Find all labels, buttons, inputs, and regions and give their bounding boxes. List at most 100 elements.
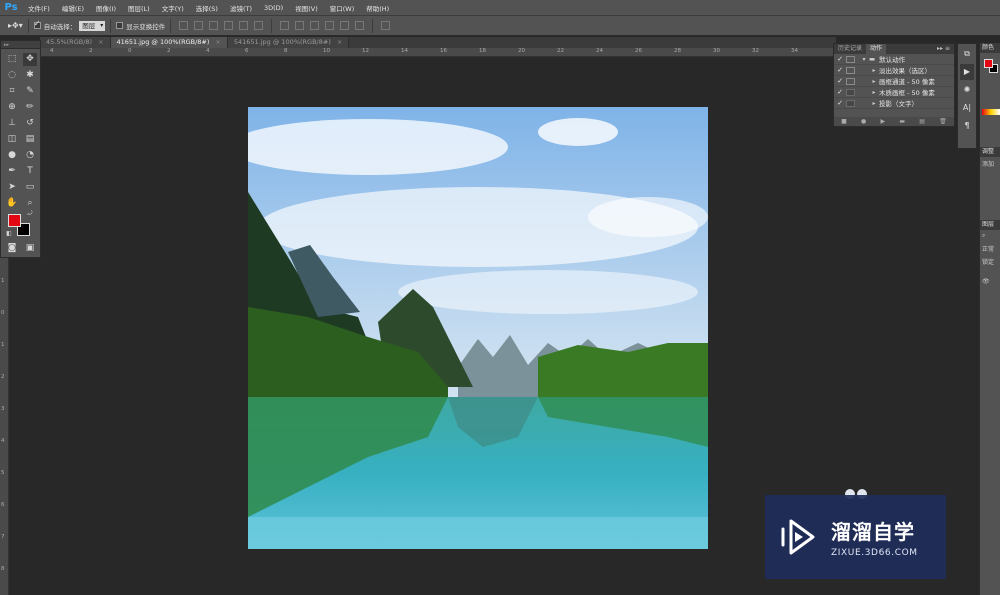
toggle-check-icon[interactable]: ✓: [834, 55, 846, 63]
dodge-tool-icon[interactable]: ◔: [23, 149, 37, 162]
path-select-tool-icon[interactable]: ➤: [5, 181, 19, 194]
eraser-tool-icon[interactable]: ◫: [5, 133, 19, 146]
eyedropper-tool-icon[interactable]: ✎: [23, 85, 37, 98]
tab-history[interactable]: 历史记录: [834, 44, 866, 54]
dialog-toggle-icon[interactable]: [846, 66, 855, 74]
healing-brush-tool-icon[interactable]: ⊕: [5, 101, 19, 114]
tab-document-3[interactable]: 541651.jpg @ 100%(RGB/8#) ×: [227, 37, 350, 48]
lasso-tool-icon[interactable]: ◌: [5, 69, 19, 82]
blur-tool-icon[interactable]: ●: [5, 149, 19, 162]
move-tool-preset-icon[interactable]: ▸✥▾: [8, 21, 23, 30]
toggle-check-icon[interactable]: ✓: [834, 99, 846, 107]
menu-layer[interactable]: 图层(L): [122, 3, 156, 13]
action-row[interactable]: ✓ ▸ 画框通道 - 50 像素: [834, 76, 954, 87]
layers-filter-icon[interactable]: ⌕: [980, 230, 1000, 242]
menu-filter[interactable]: 滤镜(T): [224, 3, 258, 13]
type-tool-icon[interactable]: T: [23, 165, 37, 178]
tab-document-1[interactable]: 45.5%(RGB/8) ×: [40, 37, 111, 48]
brush-presets-icon[interactable]: ✺: [960, 82, 974, 98]
chevron-right-icon[interactable]: ▸: [869, 78, 879, 85]
auto-select-checkbox[interactable]: [33, 19, 41, 29]
menu-view[interactable]: 视图(V): [289, 3, 324, 13]
history-brush-tool-icon[interactable]: ↺: [23, 117, 37, 130]
dialog-toggle-icon[interactable]: [846, 99, 855, 107]
photoshop-logo[interactable]: Ps: [0, 0, 22, 16]
auto-select-dropdown[interactable]: 图层: [79, 20, 106, 31]
toggle-check-icon[interactable]: ✓: [834, 77, 846, 85]
quick-select-tool-icon[interactable]: ✱: [23, 69, 37, 82]
menu-3d[interactable]: 3D(D): [258, 4, 289, 12]
dialog-toggle-icon[interactable]: [846, 88, 855, 96]
distribute-bottom-icon[interactable]: [310, 21, 320, 30]
tab-document-2[interactable]: 41651.jpg @ 100%(RGB/8#) ×: [110, 37, 228, 48]
action-row[interactable]: ✓ ▸ 木质画框 - 50 像素: [834, 87, 954, 98]
vertical-ruler[interactable]: 1 0 1 2 3 4 5 6 7 8: [0, 258, 9, 595]
color-spectrum[interactable]: [980, 109, 1000, 147]
chevron-down-icon[interactable]: ▾: [859, 56, 869, 63]
eye-icon[interactable]: 👁: [980, 276, 1000, 287]
swap-colors-icon[interactable]: ⤾: [23, 207, 37, 220]
align-bottom-icon[interactable]: [209, 21, 219, 30]
toggle-check-icon[interactable]: ✓: [834, 88, 846, 96]
menu-select[interactable]: 选择(S): [190, 3, 224, 13]
foreground-color-swatch[interactable]: [8, 214, 21, 227]
tab-actions[interactable]: 动作: [866, 44, 887, 54]
trash-icon[interactable]: 🗑: [939, 118, 947, 125]
shape-tool-icon[interactable]: ▭: [23, 181, 37, 194]
move-tool-icon[interactable]: ✥: [23, 53, 37, 66]
document-canvas-image[interactable]: [248, 107, 708, 549]
action-row[interactable]: ✓ ▸ 淡出效果（选区）: [834, 65, 954, 76]
close-icon[interactable]: ×: [337, 38, 342, 46]
menu-image[interactable]: 图像(I): [90, 3, 122, 13]
pen-tool-icon[interactable]: ✒: [5, 165, 19, 178]
play-icon[interactable]: ▶: [881, 118, 886, 125]
menu-type[interactable]: 文字(Y): [156, 3, 190, 13]
default-colors-icon[interactable]: ◧: [2, 227, 16, 240]
panel-menu-icon[interactable]: ▸▸ ≡: [933, 44, 954, 54]
clone-stamp-tool-icon[interactable]: ⊥: [5, 117, 19, 130]
chevron-right-icon[interactable]: ▸: [869, 67, 879, 74]
distribute-left-icon[interactable]: [325, 21, 335, 30]
dialog-toggle-icon[interactable]: [846, 77, 855, 85]
distribute-vcenter-icon[interactable]: [295, 21, 305, 30]
tab-layers[interactable]: 图层: [980, 220, 1000, 230]
auto-align-icon[interactable]: [381, 21, 391, 30]
gradient-tool-icon[interactable]: ▤: [23, 133, 37, 146]
align-right-icon[interactable]: [254, 21, 264, 30]
align-hcenter-icon[interactable]: [239, 21, 249, 30]
paragraph-panel-icon[interactable]: ¶: [960, 118, 974, 134]
tab-adjustments[interactable]: 调整: [980, 147, 1000, 157]
menu-help[interactable]: 帮助(H): [360, 3, 395, 13]
horizontal-ruler[interactable]: 4 2 0 2 4 6 8 10 12 14 16 18 20 22 24 26…: [40, 48, 836, 57]
brush-tool-icon[interactable]: ✏: [23, 101, 37, 114]
tab-color[interactable]: 颜色: [980, 43, 1000, 53]
blend-mode-dropdown[interactable]: 正常: [980, 242, 1000, 255]
close-icon[interactable]: ×: [215, 38, 220, 46]
foreground-color-swatch[interactable]: [984, 59, 993, 68]
toggle-check-icon[interactable]: ✓: [834, 66, 846, 74]
menu-file[interactable]: 文件(F): [22, 3, 56, 13]
character-panel-icon[interactable]: A|: [960, 100, 974, 116]
chevron-right-icon[interactable]: ▸: [869, 89, 879, 96]
screen-mode-icon[interactable]: ▣: [23, 242, 37, 255]
actions-panel-icon[interactable]: ▶: [960, 64, 974, 80]
menu-window[interactable]: 窗口(W): [324, 3, 361, 13]
distribute-right-icon[interactable]: [355, 21, 365, 30]
new-action-icon[interactable]: ▤: [919, 118, 925, 125]
close-icon[interactable]: ×: [98, 38, 103, 46]
action-row[interactable]: ✓ ▸ 投影（文字）: [834, 98, 954, 109]
action-set-row[interactable]: ✓ ▾ ▬ 默认动作: [834, 54, 954, 65]
record-icon[interactable]: ●: [861, 118, 866, 125]
menu-edit[interactable]: 编辑(E): [56, 3, 90, 13]
chevron-right-icon[interactable]: ▸: [869, 100, 879, 107]
distribute-hcenter-icon[interactable]: [340, 21, 350, 30]
show-transform-checkbox[interactable]: [116, 22, 124, 29]
align-vcenter-icon[interactable]: [194, 21, 204, 30]
hand-tool-icon[interactable]: ✋: [5, 197, 19, 210]
align-top-icon[interactable]: [179, 21, 189, 30]
new-set-icon[interactable]: ▬: [899, 118, 905, 125]
marquee-tool-icon[interactable]: ⬚: [5, 53, 19, 66]
distribute-top-icon[interactable]: [280, 21, 290, 30]
tools-panel-header[interactable]: ▸▸: [1, 41, 40, 49]
dialog-toggle-icon[interactable]: [846, 55, 855, 63]
